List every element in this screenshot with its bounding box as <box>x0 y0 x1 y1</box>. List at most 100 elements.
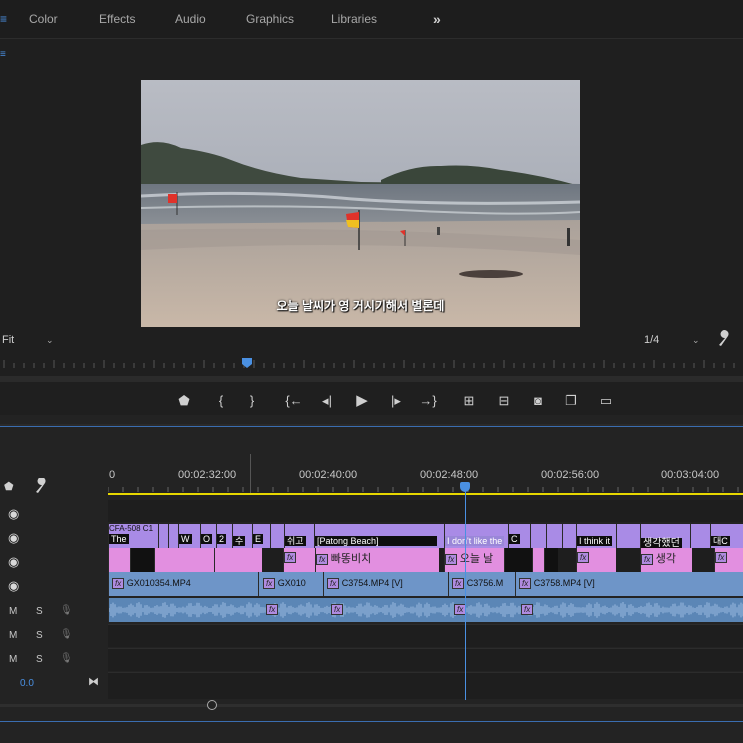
extract-icon[interactable]: ⊟ <box>493 386 515 416</box>
video-clip[interactable]: fx GX010354.MP4 <box>108 572 258 596</box>
caption-clip[interactable] <box>168 524 178 548</box>
scroll-handle[interactable] <box>207 700 217 710</box>
caption-clip[interactable]: W <box>178 524 200 548</box>
eye-icon[interactable]: ◉ <box>8 529 19 547</box>
caption-clip[interactable]: O <box>200 524 216 548</box>
graphics-track[interactable]: fx fx 빠똥비치 fx 오늘 날 fx fx 생각 fx <box>108 548 743 572</box>
tab-graphics[interactable]: Graphics <box>246 0 294 38</box>
caption-clip[interactable] <box>270 524 284 548</box>
monitor-scrollbar[interactable] <box>0 376 743 382</box>
graphics-clip[interactable]: fx <box>576 548 616 572</box>
track-v4[interactable] <box>108 500 743 522</box>
wrench-icon[interactable] <box>716 330 732 348</box>
graphics-clip[interactable] <box>108 548 130 572</box>
caption-clip[interactable] <box>562 524 576 548</box>
microphone-icon[interactable]: 🎙 <box>60 653 73 664</box>
caption-clip[interactable] <box>616 524 640 548</box>
master-volume[interactable]: 0.0 <box>20 678 34 689</box>
transport-controls: ⬟ { } {← ◂| ▶ |▸ →} ⊞ ⊟ ◙ ❐ ▭ <box>0 386 743 416</box>
graphics-clip[interactable]: fx <box>714 548 743 572</box>
audio-clip[interactable]: fx fx fx fx <box>108 598 743 622</box>
graphics-clip[interactable]: fx <box>283 548 315 572</box>
hamburger-icon[interactable]: ≡ <box>0 12 7 26</box>
collapse-icon[interactable]: ⧓ <box>88 675 99 688</box>
fx-badge: fx <box>327 578 340 589</box>
video-clip[interactable]: fx C3758.MP4 [V] <box>515 572 743 596</box>
step-back-icon[interactable]: ◂| <box>318 386 336 416</box>
graphics-clip[interactable] <box>154 548 214 572</box>
scroll-track[interactable] <box>0 704 743 707</box>
timecode-label: 00:02:48:00 <box>420 469 479 481</box>
eye-icon[interactable]: ◉ <box>8 505 19 523</box>
master-track[interactable] <box>108 672 743 699</box>
solo-button[interactable]: S <box>36 630 43 641</box>
caption-clip[interactable]: E <box>252 524 270 548</box>
microphone-icon[interactable]: 🎙 <box>60 629 73 640</box>
caption-clip[interactable] <box>690 524 710 548</box>
graphics-clip[interactable]: fx 생각 <box>640 548 692 572</box>
caption-clip[interactable] <box>546 524 562 548</box>
panel-menu-icon[interactable]: ≡ <box>0 49 6 60</box>
caption-clip[interactable]: I think it <box>576 524 616 548</box>
mute-button[interactable]: M <box>9 630 17 641</box>
video-clip[interactable]: fx C3756.M <box>448 572 508 596</box>
export-frame-icon[interactable]: ◙ <box>529 386 547 416</box>
caption-clip[interactable]: I don't like the <box>444 524 508 548</box>
caption-clip[interactable]: 2 <box>216 524 232 548</box>
caption-clip[interactable] <box>530 524 546 548</box>
eye-icon[interactable]: ◉ <box>8 577 19 595</box>
mark-out-icon[interactable]: } <box>245 386 259 416</box>
marker-icon[interactable]: ⬟ <box>176 386 192 416</box>
caption-clip[interactable]: 대C <box>710 524 743 548</box>
tab-effects[interactable]: Effects <box>99 0 135 38</box>
graphics-clip[interactable] <box>214 548 262 572</box>
play-icon[interactable]: ▶ <box>352 386 372 416</box>
caption-clip[interactable] <box>158 524 168 548</box>
caption-clip[interactable]: 생각했던 <box>640 524 690 548</box>
safe-margins-icon[interactable]: ▭ <box>595 386 617 416</box>
video-track-v1[interactable]: fx GX010354.MP4 fx GX010 fx C3754.MP4 [V… <box>108 572 743 596</box>
tab-libraries[interactable]: Libraries <box>331 0 377 38</box>
caption-clip[interactable]: [Patong Beach] <box>314 524 444 548</box>
tab-color[interactable]: Color <box>29 0 58 38</box>
solo-button[interactable]: S <box>36 606 43 617</box>
wrench-icon[interactable] <box>33 477 49 494</box>
microphone-icon[interactable]: 🎙 <box>60 605 73 616</box>
audio-track-a2[interactable] <box>108 624 743 647</box>
caption-clip[interactable]: 쉬고 <box>284 524 314 548</box>
video-clip[interactable]: fx GX010 <box>260 572 315 596</box>
go-to-out-icon[interactable]: →} <box>418 386 438 416</box>
monitor-time-ruler[interactable] <box>0 358 743 370</box>
zoom-dropdown[interactable]: Fit ⌄ <box>2 332 58 348</box>
zoom-label: Fit <box>2 334 15 346</box>
mark-in-icon[interactable]: { <box>214 386 228 416</box>
fx-badge: fx <box>521 604 534 615</box>
tab-audio[interactable]: Audio <box>175 0 206 38</box>
timeline-scrollbar[interactable] <box>0 700 743 712</box>
mute-button[interactable]: M <box>9 606 17 617</box>
timecode-label: 00:02:32:00 <box>178 469 237 481</box>
go-to-in-icon[interactable]: {← <box>284 386 304 416</box>
work-area-bar[interactable] <box>108 493 743 495</box>
compare-icon[interactable]: ❐ <box>560 386 582 416</box>
caption-clip[interactable]: C <box>508 524 530 548</box>
resolution-dropdown[interactable]: 1/4 ⌄ <box>644 332 704 348</box>
caption-track[interactable]: CFA-508 C1 The W O 2 수 E 쉬고 [Patong Beac… <box>108 524 743 548</box>
graphics-clip[interactable]: fx 빠똥비치 <box>315 548 439 572</box>
mute-button[interactable]: M <box>9 654 17 665</box>
audio-track-a1[interactable]: fx fx fx fx <box>108 598 743 622</box>
caption-clip[interactable]: 수 <box>232 524 252 548</box>
audio-track-a3[interactable] <box>108 648 743 671</box>
overflow-tabs-button[interactable]: » <box>433 0 441 38</box>
lift-icon[interactable]: ⊞ <box>458 386 480 416</box>
caption-clip[interactable]: CFA-508 C1 The <box>108 524 158 548</box>
playhead[interactable] <box>460 482 470 492</box>
solo-button[interactable]: S <box>36 654 43 665</box>
graphics-clip[interactable] <box>532 548 544 572</box>
video-clip[interactable]: fx C3754.MP4 [V] <box>323 572 443 596</box>
step-forward-icon[interactable]: |▸ <box>387 386 405 416</box>
eye-icon[interactable]: ◉ <box>8 553 19 571</box>
graphics-clip[interactable]: fx 오늘 날 <box>444 548 504 572</box>
workspace-bar: ≡ Color Effects Audio Graphics Libraries… <box>0 0 743 39</box>
marker-icon[interactable]: ⬟ <box>4 480 14 493</box>
